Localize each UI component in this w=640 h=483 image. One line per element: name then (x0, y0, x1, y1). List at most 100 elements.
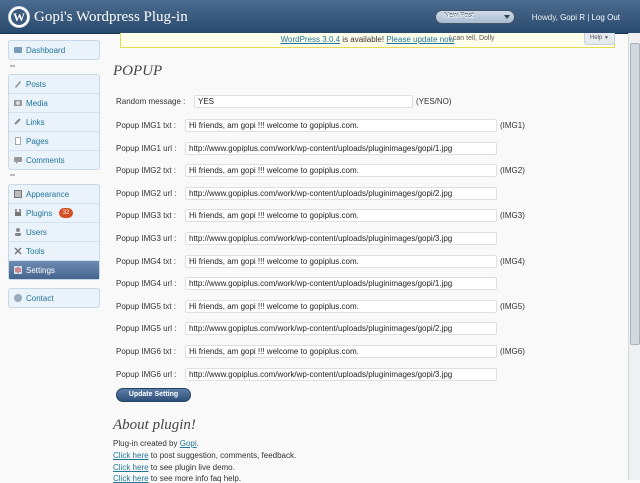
menu-separator (10, 174, 15, 176)
update-setting-button[interactable]: Update Setting (116, 388, 191, 402)
sidebar-item-label: Settings (26, 266, 55, 275)
plugins-icon (15, 209, 21, 216)
click-here-link[interactable]: Click here (113, 474, 149, 483)
menu-group: Appearance Plugins 32 Users Tools Settings (8, 184, 100, 280)
posts-icon (15, 81, 21, 88)
hello-dolly-text: I can tell, Dolly (449, 35, 495, 42)
chevron-down-icon[interactable] (501, 12, 513, 22)
sidebar-item-media[interactable]: Media (9, 93, 99, 112)
wordpress-version-link[interactable]: WordPress 3.0.4 (281, 35, 340, 44)
sidebar-item-comments[interactable]: Comments (9, 150, 99, 169)
popup-url-input[interactable] (185, 141, 497, 155)
popup-image-tag: (IMG1) (500, 121, 525, 130)
vertical-scrollbar[interactable] (628, 33, 640, 480)
new-post-dropdown[interactable]: New Post (435, 10, 515, 24)
howdy-text: Howdy, (531, 13, 558, 22)
sidebar-item-dashboard[interactable]: Dashboard (9, 41, 99, 59)
site-title[interactable]: Gopi's Wordpress Plug-in (34, 9, 188, 26)
links-icon (14, 118, 21, 125)
popup-image-tag: (IMG4) (500, 256, 525, 266)
about-link-line: Click here to see plugin live demo. (113, 463, 235, 472)
popup-field-label: Popup IMG5 txt : (116, 301, 177, 311)
random-message-input[interactable] (194, 95, 413, 108)
update-notice-text: is available! (340, 35, 387, 44)
popup-field-label: Popup IMG3 txt : (116, 211, 177, 221)
users-icon (15, 228, 21, 236)
sidebar-item-appearance[interactable]: Appearance (9, 185, 99, 203)
sidebar-item-plugins[interactable]: Plugins 32 (9, 203, 99, 222)
popup-field-label: Popup IMG2 txt : (116, 166, 177, 176)
sidebar-item-contact[interactable]: Contact (9, 289, 99, 307)
sidebar-item-pages[interactable]: Pages (9, 131, 99, 150)
sidebar-item-posts[interactable]: Posts (9, 75, 99, 93)
popup-url-input[interactable] (185, 186, 497, 200)
sidebar-item-label: Appearance (26, 190, 70, 199)
sidebar-item-links[interactable]: Links (9, 112, 99, 131)
author-link[interactable]: Gopi (180, 439, 197, 448)
sidebar-item-label: Tools (26, 247, 45, 256)
sidebar-item-label: Links (26, 118, 45, 127)
random-message-label: Random message : (116, 97, 186, 106)
user-links-separator: | (587, 13, 590, 22)
pages-icon (15, 137, 21, 145)
about-link-line: Click here to see more info faq help. (113, 474, 241, 483)
menu-group: Contact (8, 288, 100, 308)
svg-text:W: W (13, 10, 25, 24)
popup-image-tag: (IMG5) (500, 301, 525, 311)
about-plugin-title: About plugin! (113, 417, 196, 433)
popup-field-label: Popup IMG6 url : (116, 369, 177, 379)
tools-icon (14, 247, 22, 255)
sidebar-item-label: Pages (26, 137, 49, 146)
scrollbar-thumb[interactable] (630, 43, 640, 345)
popup-url-input[interactable] (185, 367, 497, 381)
popup-field-label: Popup IMG4 url : (116, 279, 177, 289)
popup-field-label: Popup IMG4 txt : (116, 256, 177, 266)
please-update-link[interactable]: Please update now (386, 35, 454, 44)
popup-image-tag: (IMG6) (500, 347, 525, 356)
sidebar-item-label: Posts (26, 80, 47, 89)
help-arrow-icon: ▼ (604, 35, 609, 41)
about-link-line: Click here to post suggestion, comments,… (113, 451, 296, 460)
popup-field-label: Popup IMG1 txt : (116, 121, 177, 130)
popup-text-input[interactable] (185, 119, 497, 132)
menu-separator (10, 65, 15, 67)
wordpress-logo-icon[interactable]: W (8, 6, 30, 28)
sidebar-item-label: Contact (26, 294, 54, 303)
sidebar-item-label: Dashboard (26, 46, 66, 55)
popup-field-label: Popup IMG5 url : (116, 324, 177, 334)
popup-url-input[interactable] (185, 322, 497, 336)
sidebar-item-tools[interactable]: Tools (9, 241, 99, 260)
plugin-update-count-badge: 32 (59, 208, 73, 218)
update-notice: WordPress 3.0.4 is available! Please upd… (120, 33, 615, 48)
about-link-text: to see more info faq help. (148, 474, 242, 483)
comments-icon (14, 157, 22, 164)
admin-header: W Gopi's Wordpress Plug-in New Post Howd… (0, 0, 640, 34)
click-here-link[interactable]: Click here (113, 463, 149, 472)
popup-image-tag: (IMG3) (500, 211, 525, 221)
click-here-link[interactable]: Click here (113, 451, 149, 460)
sidebar-item-settings[interactable]: Settings (9, 260, 99, 279)
popup-url-input[interactable] (185, 232, 497, 245)
about-link-text: to post suggestion, comments, feedback. (148, 451, 297, 460)
help-tab[interactable]: Help ▼ (584, 33, 615, 45)
popup-text-input[interactable] (185, 209, 497, 223)
logout-link[interactable]: Log Out (592, 13, 620, 22)
popup-text-input[interactable] (185, 345, 497, 358)
about-created-text: Plug-in created by (113, 439, 180, 448)
popup-text-input[interactable] (185, 254, 497, 268)
popup-text-input[interactable] (185, 164, 497, 178)
user-profile-link[interactable]: Gopi R (560, 13, 585, 22)
sidebar-item-users[interactable]: Users (9, 222, 99, 241)
popup-field-label: Popup IMG1 url : (116, 143, 177, 153)
about-link-text: to see plugin live demo. (148, 462, 235, 472)
help-label: Help (590, 35, 603, 41)
about-created-end: . (196, 439, 199, 448)
popup-field-label: Popup IMG2 url : (116, 188, 177, 198)
menu-group: Dashboard (8, 40, 100, 60)
about-created-line: Plug-in created by Gopi. (113, 439, 199, 448)
admin-sidebar: Dashboard Posts Media Links Pages Comments App… (8, 40, 100, 316)
contact-icon (14, 294, 22, 302)
popup-text-input[interactable] (185, 299, 497, 313)
settings-icon (14, 266, 22, 274)
popup-url-input[interactable] (185, 277, 497, 291)
